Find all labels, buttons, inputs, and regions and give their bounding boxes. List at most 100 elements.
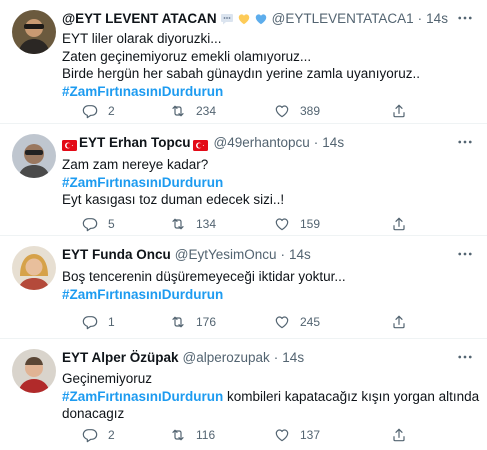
share-button[interactable] <box>391 101 407 121</box>
tweet[interactable]: @EYT LEVENT ATACAN @EYTLEVENTATACA1 · 14… <box>0 0 487 124</box>
like-count: 137 <box>300 428 321 442</box>
retweet-count: 234 <box>196 104 217 118</box>
timestamp[interactable]: 14s <box>282 349 304 367</box>
like-button[interactable]: 159 <box>274 214 320 234</box>
display-name[interactable]: EYT Funda Oncu <box>62 246 171 264</box>
yellow-heart-emoji-icon <box>237 12 251 26</box>
share-button[interactable] <box>391 312 407 332</box>
retweet-button[interactable]: 134 <box>170 214 216 234</box>
tweet[interactable]: EYT Funda Oncu @EytYesimOncu · 14s Boş t… <box>0 236 487 339</box>
turkey-flag-icon <box>62 138 77 149</box>
tweet-text-line: Geçinemiyoruz <box>62 371 153 386</box>
heart-icon <box>274 427 290 443</box>
user-handle[interactable]: @49erhantopcu <box>214 134 310 152</box>
share-icon <box>391 216 407 232</box>
display-name[interactable]: EYT Alper Özüpak <box>62 349 179 367</box>
reply-count: 2 <box>108 428 115 442</box>
reply-button[interactable]: 2 <box>82 101 115 121</box>
retweet-icon <box>170 427 186 443</box>
reply-count: 1 <box>108 315 115 329</box>
tweet-text-line: #ZamFırtınasınıDurdurun kombileri kapata… <box>62 388 479 406</box>
avatar[interactable] <box>12 134 56 178</box>
reply-button[interactable]: 1 <box>82 312 115 332</box>
tweet-text-line: Birde hergün her sabah günaydın yerine z… <box>62 66 420 81</box>
reply-icon <box>82 314 98 330</box>
like-count: 389 <box>300 104 321 118</box>
retweet-button[interactable]: 116 <box>170 425 215 445</box>
tweet-text-line: donacagız <box>62 406 125 421</box>
tweet-actions: 1 176 245 <box>62 312 473 332</box>
more-options-icon[interactable] <box>455 132 475 152</box>
share-button[interactable] <box>391 425 407 445</box>
heart-icon <box>274 103 290 119</box>
tweet-header: EYT Alper Özüpak @alperozupak · 14s <box>62 349 447 367</box>
heart-icon <box>274 314 290 330</box>
retweet-count: 134 <box>196 217 217 231</box>
timestamp[interactable]: 14s <box>426 10 448 28</box>
tweet-text: Boş tencerenin düşüremeyeceği iktidar yo… <box>62 268 473 303</box>
like-count: 159 <box>300 217 321 231</box>
tweet-text-line: Zam zam nereye kadar? <box>62 157 209 172</box>
display-name[interactable]: @EYT LEVENT ATACAN <box>62 10 217 28</box>
reply-icon <box>82 427 98 443</box>
hashtag-link[interactable]: #ZamFırtınasınıDurdurun <box>62 174 473 192</box>
tweet-header: @EYT LEVENT ATACAN @EYTLEVENTATACA1 · 14… <box>62 10 448 28</box>
retweet-button[interactable]: 234 <box>170 101 216 121</box>
tweet-text-line: Zaten geçinemiyoruz emekli olamıyoruz... <box>62 48 312 64</box>
timestamp[interactable]: 14s <box>289 246 311 264</box>
hashtag-link[interactable]: #ZamFırtınasınıDurdurun <box>62 286 473 304</box>
reply-icon <box>82 216 98 232</box>
reply-icon <box>82 103 98 119</box>
hashtag-link[interactable]: #ZamFırtınasınıDurdurun <box>62 389 223 404</box>
tweet-header: EYT Funda Oncu @EytYesimOncu · 14s <box>62 246 447 264</box>
like-button[interactable]: 245 <box>274 312 320 332</box>
reply-count: 5 <box>108 217 115 231</box>
retweet-count: 176 <box>196 315 217 329</box>
reply-count: 2 <box>108 104 115 118</box>
like-button[interactable]: 137 <box>274 425 320 445</box>
tweet-text-line: Eyt kasıgası toz duman edecek sizi..! <box>62 192 285 207</box>
like-button[interactable]: 389 <box>274 101 320 121</box>
tweet-actions: 5 134 159 <box>62 214 473 234</box>
tweet-header: EYT Erhan Topcu @49erhantopcu · 14s <box>62 134 447 152</box>
reply-button[interactable]: 5 <box>82 214 115 234</box>
turkey-flag-icon <box>193 138 208 149</box>
more-options-icon[interactable] <box>455 244 475 264</box>
retweet-icon <box>170 216 186 232</box>
separator-dot: · <box>417 11 423 26</box>
speech-bubble-emoji-icon <box>220 12 234 26</box>
tweet-text-line: EYT liler olarak diyoruzki... <box>62 31 222 46</box>
share-icon <box>391 427 407 443</box>
separator-dot: · <box>313 135 319 150</box>
avatar[interactable] <box>12 10 56 54</box>
display-name[interactable]: EYT Erhan Topcu <box>79 134 191 152</box>
tweet-actions: 2 116 137 <box>62 425 473 445</box>
retweet-icon <box>170 314 186 330</box>
user-handle[interactable]: @alperozupak <box>183 349 270 367</box>
tweet-text-fragment: kombileri kapatacağız kışın yorgan altın… <box>223 388 480 404</box>
timestamp[interactable]: 14s <box>322 134 344 152</box>
tweet-actions: 2 234 389 <box>62 101 473 121</box>
hashtag-link[interactable]: #ZamFırtınasınıDurdurun <box>62 83 473 101</box>
tweet[interactable]: EYT Alper Özüpak @alperozupak · 14s Geçi… <box>0 339 487 450</box>
separator-dot: · <box>273 350 279 365</box>
retweet-count: 116 <box>196 428 216 442</box>
share-icon <box>391 103 407 119</box>
share-button[interactable] <box>391 214 407 234</box>
user-handle[interactable]: @EYTLEVENTATACA1 <box>272 10 414 28</box>
separator-dot: · <box>280 247 286 262</box>
more-options-icon[interactable] <box>455 8 475 28</box>
avatar[interactable] <box>12 349 56 393</box>
avatar[interactable] <box>12 246 56 290</box>
share-icon <box>391 314 407 330</box>
tweet-text: Geçinemiyoruz #ZamFırtınasınıDurdurun ko… <box>62 370 479 423</box>
heart-icon <box>274 216 290 232</box>
user-handle[interactable]: @EytYesimOncu <box>175 246 277 264</box>
tweet[interactable]: EYT Erhan Topcu @49erhantopcu · 14s Zam … <box>0 124 487 236</box>
blue-heart-emoji-icon <box>254 12 268 26</box>
tweet-text-line: Boş tencerenin düşüremeyeceği iktidar yo… <box>62 269 346 284</box>
tweet-text: EYT liler olarak diyoruzki... Zaten geçi… <box>62 30 473 100</box>
more-options-icon[interactable] <box>455 347 475 367</box>
retweet-button[interactable]: 176 <box>170 312 216 332</box>
reply-button[interactable]: 2 <box>82 425 115 445</box>
